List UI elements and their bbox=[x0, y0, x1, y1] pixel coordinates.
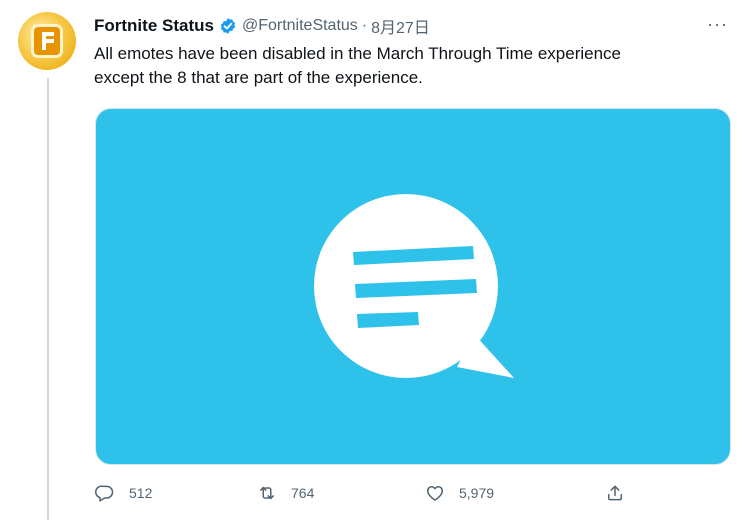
tweet-text-line-2: except the 8 that are part of the experi… bbox=[94, 68, 423, 87]
more-icon[interactable]: ··· bbox=[707, 14, 728, 35]
reply-count: 512 bbox=[129, 485, 153, 501]
share-icon bbox=[608, 485, 622, 501]
tweet-actions: 512 764 5,979 bbox=[95, 483, 731, 507]
tweet-text: All emotes have been disabled in the Mar… bbox=[94, 42, 734, 90]
like-count: 5,979 bbox=[459, 485, 495, 501]
author-handle[interactable]: @FortniteStatus bbox=[242, 17, 358, 35]
retweet-count: 764 bbox=[291, 485, 315, 501]
avatar[interactable] bbox=[18, 12, 76, 70]
retweet-icon bbox=[260, 486, 274, 500]
like-button[interactable]: 5,979 bbox=[425, 483, 494, 503]
like-icon bbox=[426, 486, 444, 501]
chat-bubble-icon bbox=[314, 194, 514, 378]
tweet-date[interactable]: 8月27日 bbox=[371, 14, 430, 38]
header-separator: · bbox=[361, 17, 368, 34]
author-name[interactable]: Fortnite Status bbox=[94, 16, 214, 36]
reply-button[interactable]: 512 bbox=[95, 483, 152, 503]
reply-icon bbox=[95, 485, 114, 502]
fortnite-logo-icon bbox=[31, 24, 63, 58]
verified-icon bbox=[219, 17, 237, 35]
tweet-media-image[interactable] bbox=[95, 108, 731, 465]
retweet-button[interactable]: 764 bbox=[257, 483, 314, 503]
tweet-text-line-1: All emotes have been disabled in the Mar… bbox=[94, 44, 621, 63]
thread-line bbox=[47, 78, 49, 520]
tweet-header: Fortnite Status @FortniteStatus · 8月27日 bbox=[94, 15, 430, 37]
share-button[interactable] bbox=[605, 483, 625, 503]
